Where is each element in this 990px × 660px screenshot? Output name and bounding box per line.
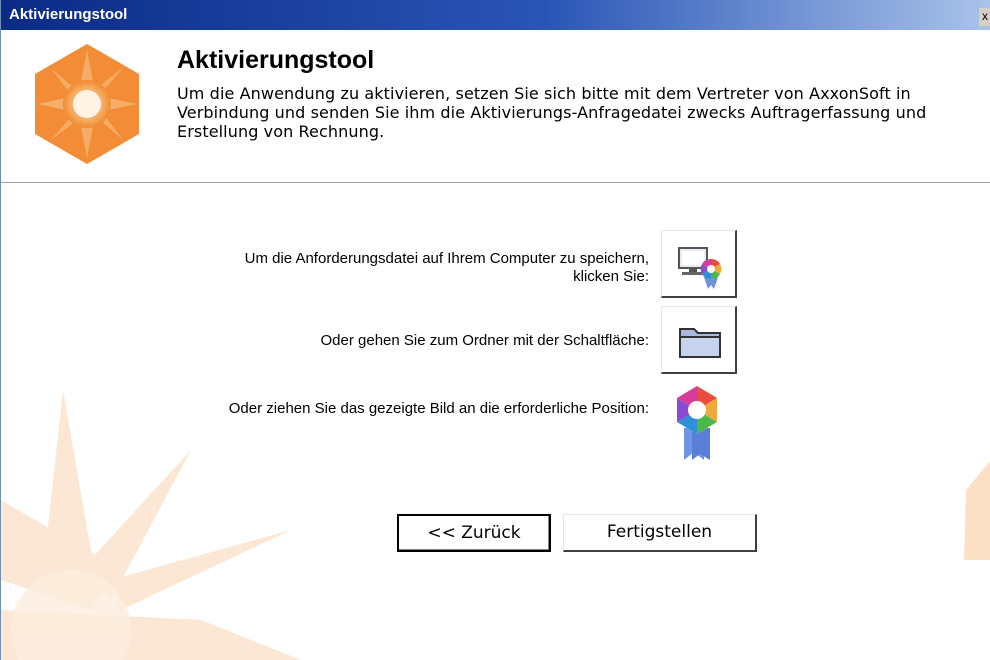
drag-instruction: Oder ziehen Sie das gezeigte Bild an die… <box>228 400 649 417</box>
header-description: Um die Anwendung zu aktivieren, setzen S… <box>177 84 927 141</box>
save-request-button[interactable] <box>661 230 737 298</box>
folder-icon <box>679 328 721 358</box>
background-star-decoration <box>1 390 301 660</box>
finish-button[interactable]: Fertigstellen <box>563 514 757 552</box>
title-bar[interactable]: Aktivierungstool x <box>1 0 990 30</box>
background-star-decoration <box>964 461 990 560</box>
back-button[interactable]: << Zurück <box>397 514 551 552</box>
license-badge-icon[interactable] <box>670 384 724 462</box>
activation-dialog: Aktivierungstool x Aktivierungstool Um d… <box>0 0 990 660</box>
open-folder-button[interactable] <box>661 306 737 374</box>
window-title: Aktivierungstool <box>9 6 128 23</box>
folder-instruction: Oder gehen Sie zum Ordner mit der Schalt… <box>320 332 650 349</box>
header-panel: Aktivierungstool Um die Anwendung zu akt… <box>1 30 990 183</box>
save-instruction: Um die Anforderungsdatei auf Ihrem Compu… <box>244 250 649 285</box>
axxon-logo-icon <box>35 44 139 164</box>
close-icon[interactable]: x <box>979 8 990 26</box>
computer-save-icon <box>678 247 722 289</box>
page-title: Aktivierungstool <box>177 46 375 74</box>
